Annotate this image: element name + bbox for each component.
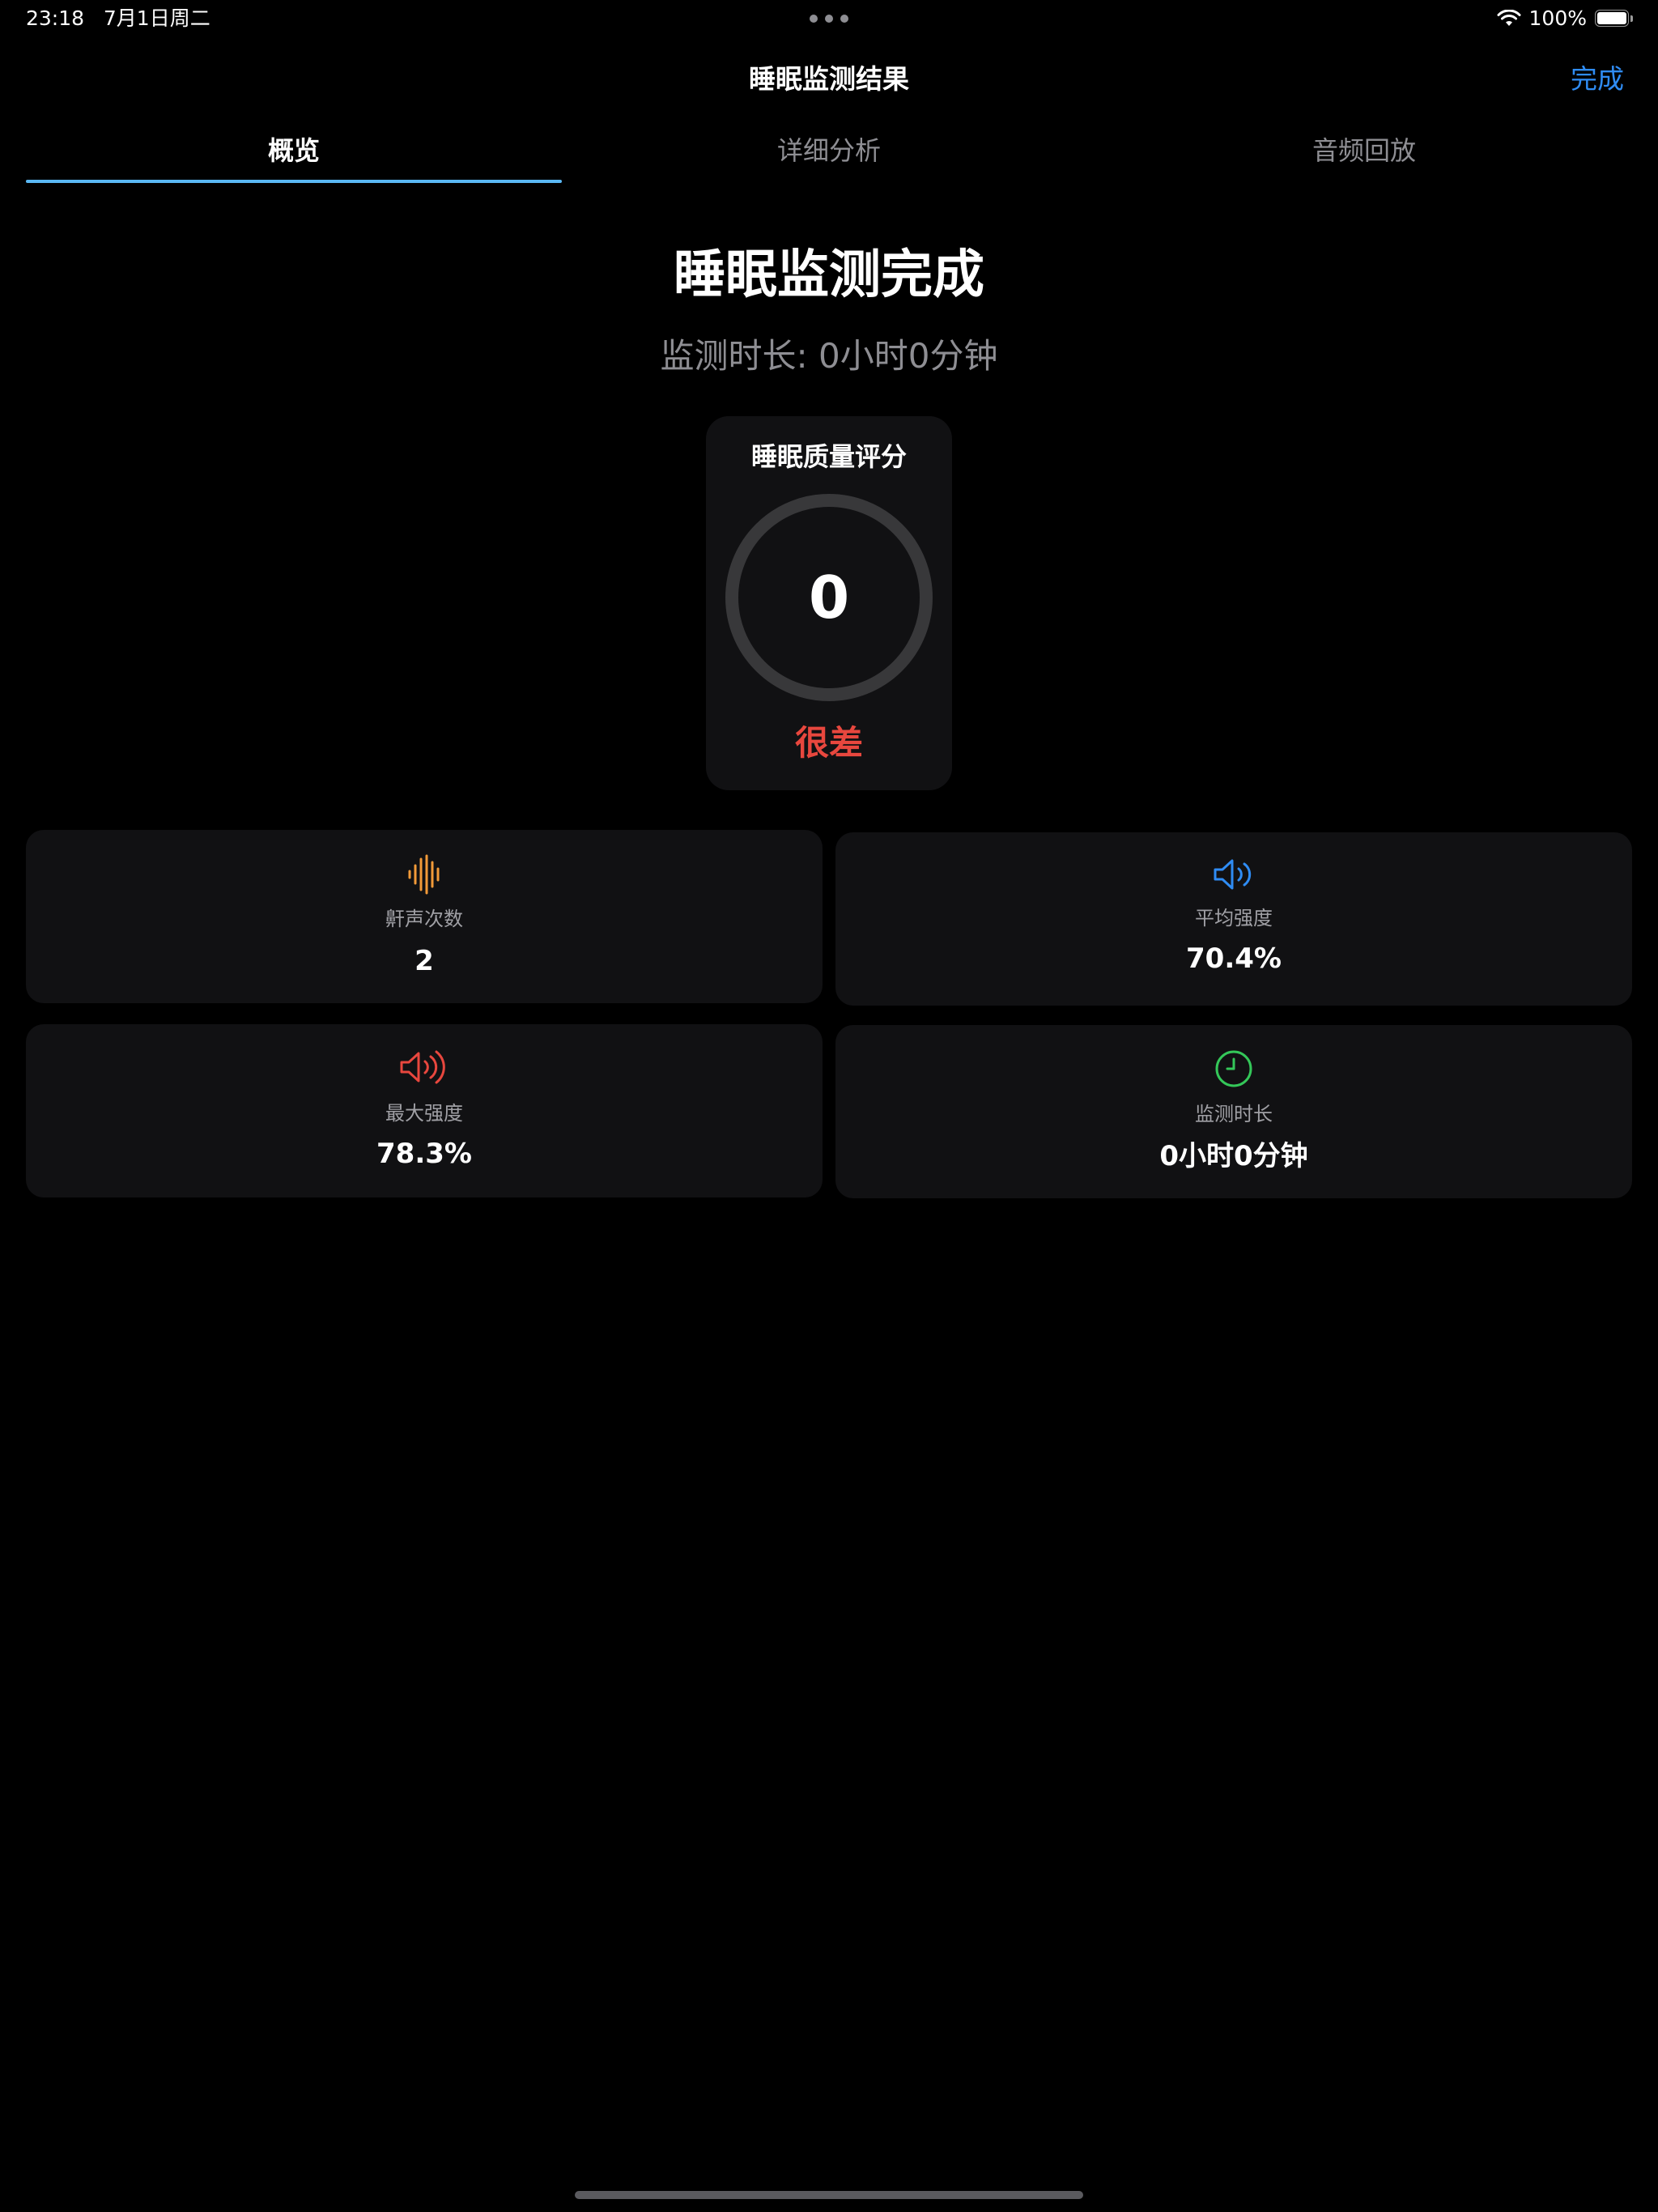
tab-detailed-analysis[interactable]: 详细分析 [561,133,1097,168]
stat-value: 70.4% [1186,942,1282,975]
status-indicators: 100% [1497,6,1634,31]
score-rating: 很差 [794,723,863,763]
active-tab-indicator [26,180,562,183]
stat-value: 0小时0分钟 [1159,1140,1308,1172]
multitasking-dots-icon[interactable] [810,15,848,23]
speaker-wave-icon [835,857,1632,900]
status-time: 23:18 7月1日周二 [26,6,210,31]
battery-full-icon [1595,9,1634,28]
stat-label: 最大强度 [385,1102,463,1125]
home-indicator[interactable] [575,2191,1083,2199]
wifi-icon [1497,10,1521,26]
stat-label: 平均强度 [1195,907,1273,929]
waveform-icon [26,854,823,898]
stat-value: 78.3% [376,1138,472,1170]
stat-label: 鼾声次数 [385,908,463,930]
status-date: 7月1日周二 [103,6,210,30]
status-clock: 23:18 [26,6,85,30]
battery-percentage: 100% [1528,6,1587,30]
stat-card-snore-count: 鼾声次数 2 [26,830,823,1003]
stat-value: 2 [414,945,434,977]
tab-audio-playback[interactable]: 音频回放 [1096,133,1632,168]
done-button[interactable]: 完成 [1571,62,1624,97]
stat-card-monitoring-duration: 监测时长 0小时0分钟 [835,1025,1632,1198]
tab-overview[interactable]: 概览 [26,133,562,168]
summary-duration: 监测时长: 0小时0分钟 [660,336,998,376]
stat-label: 监测时长 [1195,1103,1273,1125]
summary-title: 睡眠监测完成 [674,245,984,305]
page-title: 睡眠监测结果 [749,63,909,95]
stat-card-max-intensity: 最大强度 78.3% [26,1024,823,1197]
speaker-loud-icon [26,1049,823,1092]
score-value: 0 [808,564,850,632]
score-card-title: 睡眠质量评分 [750,441,907,472]
clock-icon [835,1049,1632,1093]
stat-card-average-intensity: 平均强度 70.4% [835,832,1632,1006]
